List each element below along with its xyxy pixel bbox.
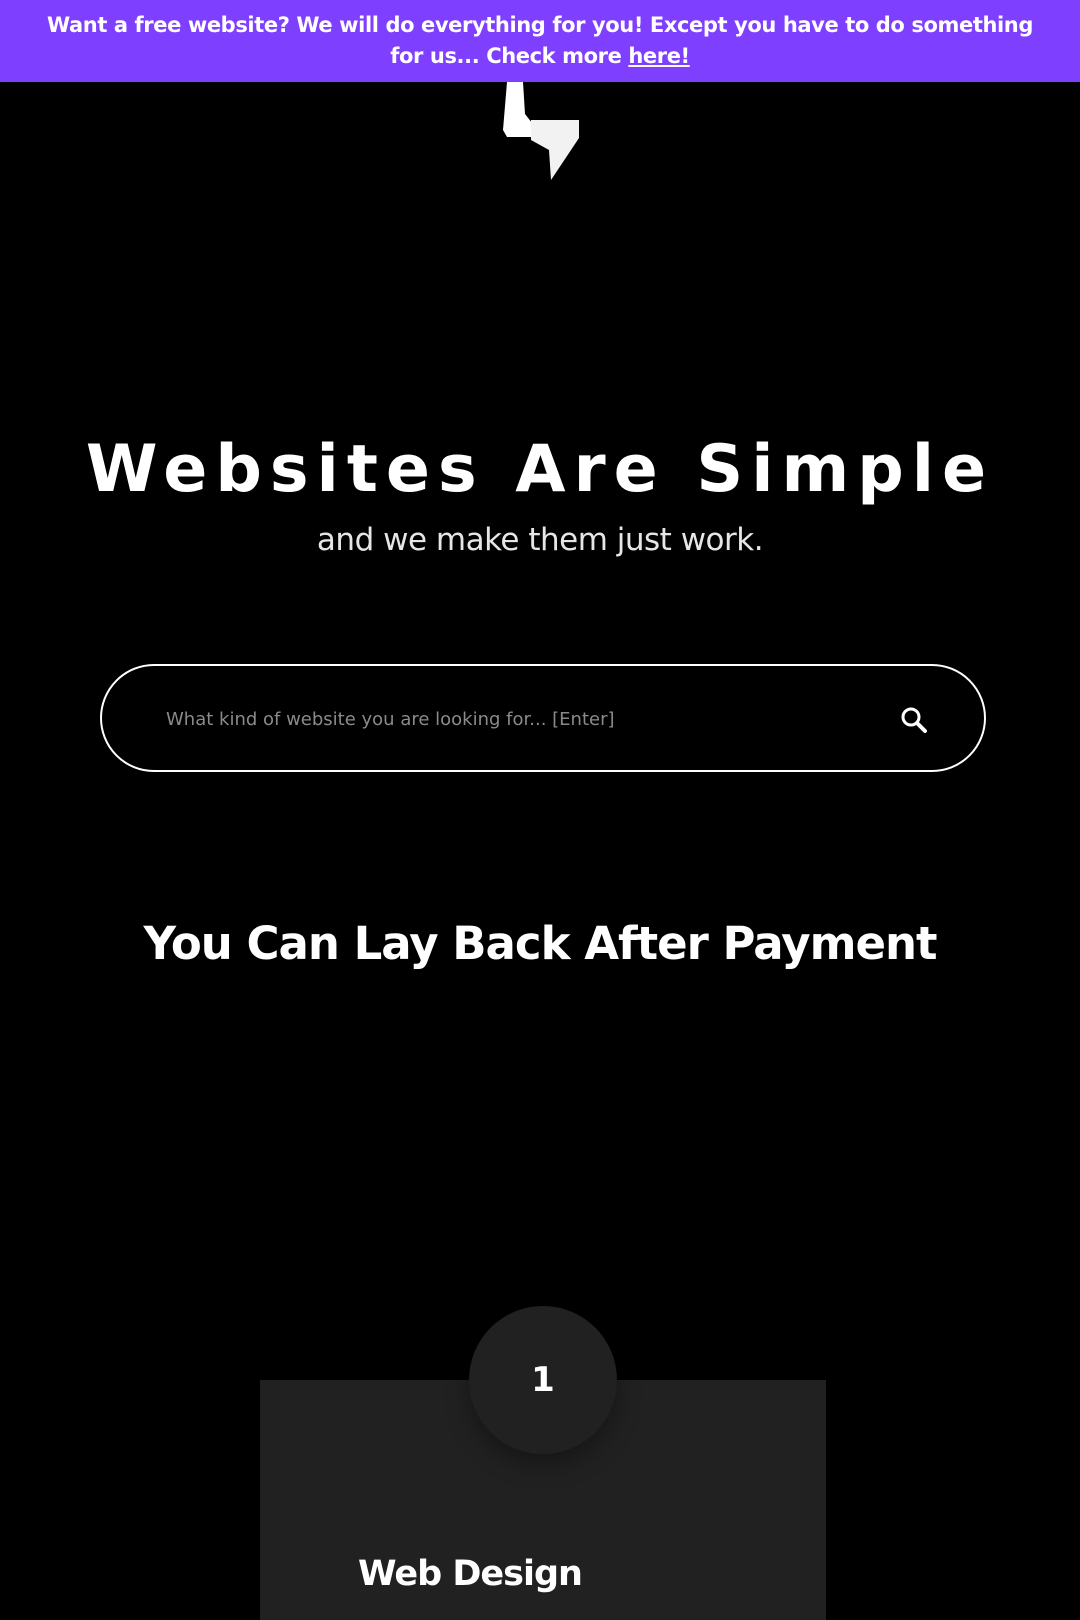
hero-title: Websites Are Simple — [85, 432, 995, 507]
search-icon[interactable] — [892, 698, 936, 742]
step-number-badge: 1 — [469, 1306, 617, 1454]
announcement-bar: Want a free website? We will do everythi… — [0, 0, 1080, 82]
search-input[interactable] — [164, 694, 868, 744]
search-bar — [100, 664, 986, 772]
announcement-link[interactable]: here! — [628, 44, 690, 68]
step-title: Web Design — [358, 1554, 583, 1594]
section-title: You Can Lay Back After Payment — [143, 917, 937, 970]
lightning-bolt-logo-icon[interactable] — [503, 82, 581, 180]
announcement-text: Want a free website? We will do everythi… — [46, 13, 1033, 68]
hero-subtitle: and we make them just work. — [316, 522, 764, 558]
